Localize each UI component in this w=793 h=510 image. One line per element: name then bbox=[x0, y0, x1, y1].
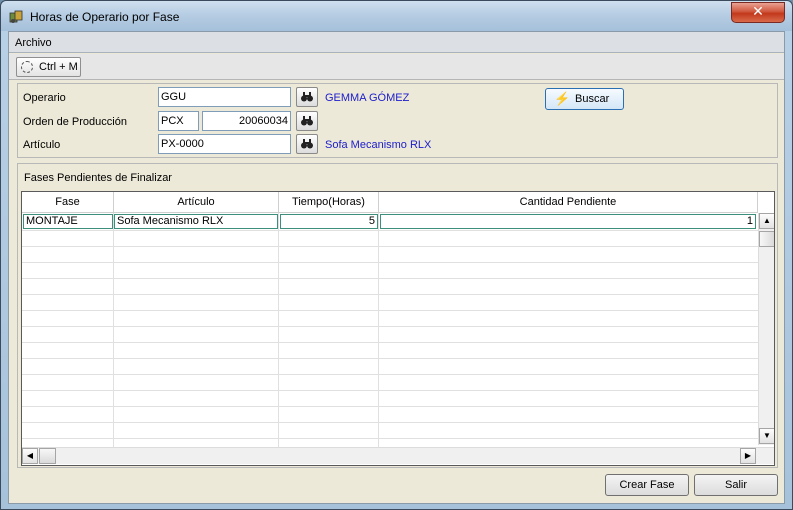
column-header-cantidad[interactable]: Cantidad Pendiente bbox=[379, 192, 758, 213]
grid-row-line bbox=[22, 278, 758, 279]
client-area: Archivo Ctrl + M Operario GGU GEMMA GÓME… bbox=[8, 31, 785, 504]
orden-label: Orden de Producción bbox=[23, 116, 127, 128]
cell-cantidad[interactable]: 1 bbox=[380, 214, 756, 229]
column-header-articulo[interactable]: Artículo bbox=[114, 192, 279, 213]
app-window: Horas de Operario por Fase ✕ Archivo Ctr… bbox=[0, 0, 793, 510]
articulo-input[interactable]: PX-0000 bbox=[158, 134, 291, 154]
grid-row-line bbox=[22, 374, 758, 375]
cell-articulo[interactable]: Sofa Mecanismo RLX bbox=[114, 214, 278, 229]
column-divider bbox=[278, 213, 279, 447]
vertical-scroll-thumb[interactable] bbox=[759, 231, 774, 247]
grid-row-line bbox=[22, 230, 758, 231]
pending-phases-panel: Fases Pendientes de Finalizar Fase Artíc… bbox=[17, 163, 778, 468]
app-icon bbox=[9, 10, 23, 23]
column-header-tiempo[interactable]: Tiempo(Horas) bbox=[279, 192, 379, 213]
title-bar[interactable]: Horas de Operario por Fase ✕ bbox=[1, 1, 792, 31]
close-button[interactable]: ✕ bbox=[731, 2, 785, 23]
buscar-label: Buscar bbox=[575, 93, 610, 105]
column-divider bbox=[113, 213, 114, 447]
pending-grid[interactable]: Fase Artículo Tiempo(Horas) Cantidad Pen… bbox=[21, 191, 775, 466]
scroll-up-button[interactable]: ▲ bbox=[759, 213, 774, 229]
grid-row-line bbox=[22, 422, 758, 423]
grid-row-line bbox=[22, 262, 758, 263]
articulo-name: Sofa Mecanismo RLX bbox=[325, 139, 432, 151]
binoculars-icon bbox=[301, 92, 313, 102]
grid-row-line bbox=[22, 310, 758, 311]
menu-archivo[interactable]: Archivo bbox=[15, 37, 52, 49]
column-divider bbox=[378, 213, 379, 447]
scroll-left-button[interactable]: ◀ bbox=[22, 448, 38, 464]
toolbar: Ctrl + M bbox=[9, 54, 784, 80]
articulo-find-button[interactable] bbox=[296, 134, 318, 154]
grid-row-line bbox=[22, 406, 758, 407]
shortcut-button[interactable]: Ctrl + M bbox=[16, 57, 81, 77]
horizontal-scroll-thumb[interactable] bbox=[39, 448, 56, 464]
grid-row-line bbox=[22, 294, 758, 295]
grid-row-line bbox=[22, 390, 758, 391]
articulo-label: Artículo bbox=[23, 139, 61, 151]
binoculars-icon bbox=[301, 139, 313, 149]
cell-tiempo[interactable]: 5 bbox=[280, 214, 378, 229]
column-header-fase[interactable]: Fase bbox=[22, 192, 114, 213]
crear-fase-button[interactable]: Crear Fase bbox=[605, 474, 689, 496]
operario-name: GEMMA GÓMEZ bbox=[325, 92, 410, 104]
operario-find-button[interactable] bbox=[296, 87, 318, 107]
scroll-right-button[interactable]: ▶ bbox=[740, 448, 756, 464]
vertical-scrollbar[interactable]: ▲ ▼ bbox=[758, 213, 774, 445]
orden-numero-input[interactable]: 20060034 bbox=[202, 111, 291, 131]
filters-panel: Operario GGU GEMMA GÓMEZ ⚡ Buscar Orden … bbox=[17, 83, 778, 158]
lightning-icon: ⚡ bbox=[554, 91, 571, 106]
window-title: Horas de Operario por Fase bbox=[30, 10, 180, 24]
grid-row-line bbox=[22, 438, 758, 439]
salir-button[interactable]: Salir bbox=[694, 474, 778, 496]
menu-bar: Archivo bbox=[9, 32, 784, 53]
grid-row-line bbox=[22, 326, 758, 327]
pending-title: Fases Pendientes de Finalizar bbox=[24, 172, 172, 184]
grid-row-line bbox=[22, 342, 758, 343]
operario-input[interactable]: GGU bbox=[158, 87, 291, 107]
binoculars-icon bbox=[301, 116, 313, 126]
grid-row-line bbox=[22, 246, 758, 247]
clock-icon bbox=[21, 61, 33, 73]
orden-find-button[interactable] bbox=[296, 111, 318, 131]
buscar-button[interactable]: ⚡ Buscar bbox=[545, 88, 624, 110]
scroll-down-button[interactable]: ▼ bbox=[759, 428, 774, 444]
grid-row-line bbox=[22, 358, 758, 359]
horizontal-scrollbar[interactable]: ◀ ▶ bbox=[22, 447, 774, 464]
cell-fase[interactable]: MONTAJE bbox=[23, 214, 113, 229]
operario-label: Operario bbox=[23, 92, 66, 104]
orden-serie-input[interactable]: PCX bbox=[158, 111, 199, 131]
shortcut-label: Ctrl + M bbox=[39, 61, 78, 73]
